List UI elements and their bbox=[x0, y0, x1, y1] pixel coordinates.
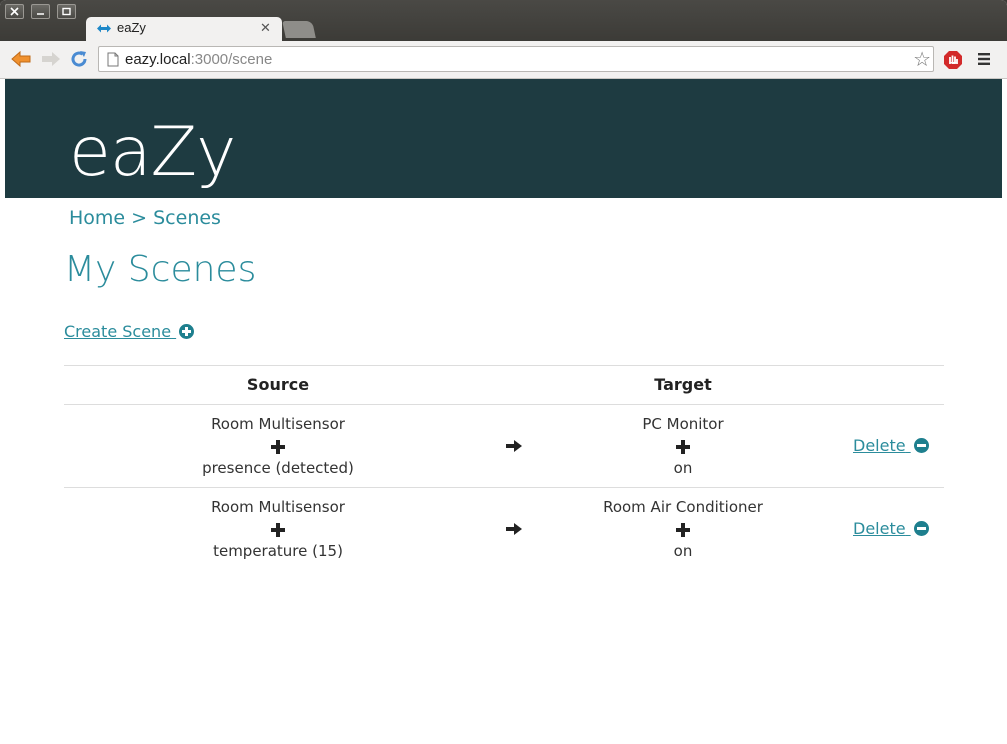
browser-toolbar: eazy.local:3000/scene ☆ bbox=[0, 41, 1007, 79]
row-1-target: PC Monitor on bbox=[533, 413, 833, 479]
source-device: Room Multisensor bbox=[211, 415, 345, 433]
target-device: Room Air Conditioner bbox=[603, 498, 763, 516]
tab-eazy[interactable]: eaZy ✕ bbox=[86, 17, 282, 41]
adblock-icon[interactable] bbox=[943, 50, 963, 70]
favicon-icon bbox=[97, 24, 111, 33]
row-2-target: Room Air Conditioner on bbox=[533, 496, 833, 562]
page-title: My Scenes bbox=[64, 249, 257, 290]
breadcrumb: Home > Scenes bbox=[69, 207, 221, 229]
delete-scene-button[interactable]: Delete bbox=[853, 436, 929, 455]
target-state: on bbox=[673, 459, 693, 477]
source-state: temperature (15) bbox=[213, 542, 343, 560]
source-device: Room Multisensor bbox=[211, 498, 345, 516]
create-scene-link[interactable]: Create Scene bbox=[64, 322, 195, 341]
header-target: Target bbox=[654, 375, 712, 394]
divider bbox=[64, 404, 944, 405]
page-content: eaZy Home > Scenes My Scenes Create Scen… bbox=[5, 79, 1002, 740]
minus-circle-icon bbox=[913, 521, 929, 536]
tab-title: eaZy bbox=[117, 20, 146, 35]
page-icon bbox=[107, 52, 119, 67]
delete-scene-button[interactable]: Delete bbox=[853, 519, 929, 538]
site-header: eaZy bbox=[5, 79, 1002, 198]
maximize-icon bbox=[62, 7, 71, 16]
new-tab-button[interactable] bbox=[282, 21, 316, 38]
tab-strip: eaZy ✕ bbox=[0, 0, 1007, 41]
tab-close-icon[interactable]: ✕ bbox=[260, 22, 271, 35]
plus-icon bbox=[676, 439, 690, 454]
breadcrumb-home[interactable]: Home bbox=[69, 207, 125, 229]
arrow-right-icon bbox=[506, 440, 522, 452]
row-2-source: Room Multisensor temperature (15) bbox=[128, 496, 428, 562]
source-state: presence (detected) bbox=[202, 459, 354, 477]
arrow-right-icon bbox=[506, 523, 522, 535]
breadcrumb-current[interactable]: Scenes bbox=[153, 207, 221, 229]
back-arrow-icon[interactable] bbox=[10, 49, 32, 69]
reload-icon[interactable] bbox=[69, 49, 89, 69]
header-source: Source bbox=[246, 375, 310, 394]
address-bar[interactable]: eazy.local:3000/scene ☆ bbox=[98, 46, 934, 72]
target-state: on bbox=[673, 542, 693, 560]
menu-icon[interactable] bbox=[977, 52, 991, 66]
minus-circle-icon bbox=[913, 438, 929, 453]
maximize-window-button[interactable] bbox=[57, 4, 76, 19]
plus-icon bbox=[271, 522, 285, 537]
minimize-window-button[interactable] bbox=[31, 4, 50, 19]
create-scene-label: Create Scene bbox=[64, 322, 172, 341]
bookmark-star-icon[interactable]: ☆ bbox=[913, 47, 931, 71]
minimize-icon bbox=[37, 13, 44, 15]
breadcrumb-separator: > bbox=[131, 207, 148, 229]
row-1-source: Room Multisensor presence (detected) bbox=[128, 413, 428, 479]
close-icon bbox=[10, 7, 19, 16]
target-device: PC Monitor bbox=[642, 415, 724, 433]
site-logo[interactable]: eaZy bbox=[69, 113, 236, 193]
plus-icon bbox=[676, 522, 690, 537]
plus-circle-icon bbox=[179, 324, 195, 339]
browser-window: eaZy ✕ eazy.local:3000/scene ☆ eaZy Home… bbox=[0, 0, 1007, 744]
divider bbox=[64, 487, 944, 488]
close-window-button[interactable] bbox=[5, 4, 24, 19]
forward-arrow-icon[interactable] bbox=[40, 49, 62, 69]
url-text: eazy.local:3000/scene bbox=[125, 51, 273, 68]
plus-icon bbox=[271, 439, 285, 454]
divider bbox=[64, 365, 944, 366]
